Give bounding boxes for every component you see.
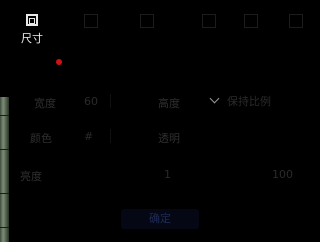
brightness-value[interactable]: 100 — [272, 168, 293, 181]
tool-3[interactable] — [132, 14, 162, 54]
tool-6[interactable] — [281, 14, 311, 54]
color-input[interactable]: # — [84, 130, 93, 143]
confirm-button[interactable]: 确定 — [121, 209, 199, 229]
width-label: 宽度 — [34, 97, 56, 110]
crop-icon — [26, 14, 38, 26]
tool-3-icon — [140, 14, 154, 28]
size-tool-label: 尺寸 — [21, 32, 43, 45]
height-label: 高度 — [158, 97, 180, 110]
color-label: 颜色 — [30, 132, 52, 145]
size-tool[interactable]: 尺寸 — [17, 14, 47, 54]
tool-2[interactable] — [76, 14, 106, 54]
width-input[interactable]: 60 — [84, 95, 98, 108]
tool-4[interactable] — [194, 14, 224, 54]
transparent-label: 透明 — [158, 132, 180, 145]
tool-2-icon — [84, 14, 98, 28]
tool-5[interactable] — [236, 14, 266, 54]
brightness-label: 亮度 — [20, 170, 42, 183]
tool-5-icon — [244, 14, 258, 28]
brightness-mid-value: 1 — [164, 168, 171, 181]
tool-4-icon — [202, 14, 216, 28]
separator — [110, 129, 111, 143]
editor-panel: 尺寸 宽度 60 高度 保持比例 颜色 # 透明 亮度 1 100 确定 — [0, 0, 313, 242]
active-indicator-dot — [56, 59, 62, 65]
tool-6-icon — [289, 14, 303, 28]
aspect-select-value: 保持比例 — [227, 95, 271, 108]
decorative-bamboo-strip — [0, 97, 9, 242]
separator — [110, 94, 111, 108]
aspect-select[interactable]: 保持比例 — [205, 93, 309, 109]
chevron-down-icon — [209, 93, 220, 104]
